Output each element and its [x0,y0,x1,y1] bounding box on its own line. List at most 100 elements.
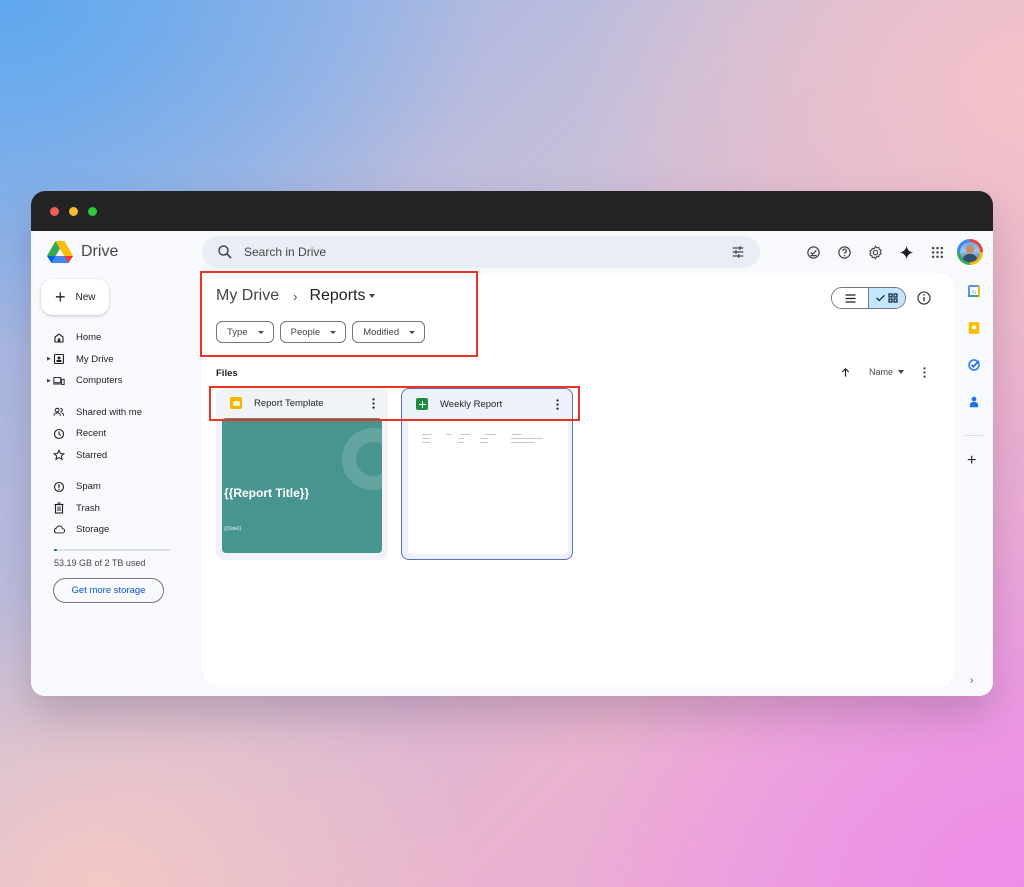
header-actions [798,237,983,267]
sidebar-item-label: Recent [76,428,107,440]
slides-icon [230,397,242,409]
search-bar[interactable] [202,236,760,268]
new-button-label: New [75,291,96,303]
sidebar-item-label: My Drive [76,353,114,365]
sidebar-item-label: Home [76,332,102,344]
filter-type[interactable]: Type [216,321,274,343]
account-avatar[interactable] [957,239,983,265]
settings-button[interactable] [860,237,891,267]
apps-button[interactable] [922,237,953,267]
rail-divider [965,435,983,436]
chevron-down-icon [409,330,416,334]
expand-caret-icon[interactable]: ▶ [47,378,51,384]
search-icon[interactable] [216,243,234,261]
search-input[interactable] [244,245,730,259]
my-drive-icon [53,353,65,365]
clock-icon [53,428,65,440]
storage-usage-fill [54,548,58,551]
new-button[interactable]: + New [41,279,109,315]
filter-people[interactable]: People [279,321,347,343]
home-icon [53,332,65,344]
get-more-storage-button[interactable]: Get more storage [53,577,164,603]
breadcrumb-current-folder[interactable]: Reports [309,287,376,305]
tasks-icon[interactable] [967,358,981,372]
sidebar-item-spam[interactable]: Spam [31,476,201,498]
collapse-panel-chevron-icon[interactable]: › [970,675,973,686]
sidebar-item-shared-with-me[interactable]: Shared with me [31,402,201,424]
file-card[interactable]: Weekly Report [401,388,573,560]
minimize-window-button[interactable] [69,207,78,216]
list-view-button[interactable] [832,288,868,308]
avatar-photo [960,242,980,262]
thumbnail-subtitle: {{Date}} [224,526,242,532]
sidebar-item-my-drive[interactable]: ▶ My Drive [31,349,201,371]
storage-usage-bar [54,548,170,551]
settings-icon [869,244,882,260]
shared-icon [53,406,65,418]
sidebar-item-starred[interactable]: Starred [31,445,201,467]
more-options-button[interactable] [914,361,934,383]
files-section-label: Files [216,368,238,379]
plus-icon: + [55,287,66,307]
chevron-down-icon [330,330,337,334]
trash-icon [53,502,65,514]
offline-status-button[interactable] [798,237,829,267]
sidebar-item-label: Spam [76,481,101,493]
gemini-button[interactable] [891,237,922,267]
sort-controls: Name [833,361,934,383]
more-vert-icon [922,366,926,378]
list-view-icon [845,293,855,303]
sidebar-item-label: Starred [76,449,108,461]
sidebar-item-label: Trash [76,502,100,514]
thumbnail-title: {{Report Title}} [224,486,310,500]
close-window-button[interactable] [50,207,59,216]
file-more-options-button[interactable] [550,395,564,413]
more-vert-icon [371,397,375,409]
file-thumbnail [408,419,568,554]
star-icon [53,449,65,461]
sheets-icon [416,398,428,410]
filter-modified[interactable]: Modified [352,321,426,343]
sidebar-item-computers[interactable]: ▶ Computers [31,370,201,392]
get-addons-button[interactable]: + [967,453,976,469]
browser-window: Drive Search in Drive + New Home ▶ My Dr… [31,191,993,696]
file-name: Weekly Report [440,398,503,410]
breadcrumb-my-drive[interactable]: My Drive [216,287,279,305]
storage-usage-text: 53.19 GB of 2 TB used [54,557,146,568]
sidebar-item-trash[interactable]: Trash [31,498,201,520]
help-icon [838,245,851,259]
svg-text:31: 31 [972,289,977,294]
keep-icon[interactable] [967,321,981,335]
spam-icon [53,481,65,493]
breadcrumb: My Drive › Reports [216,287,376,305]
drive-logo[interactable]: Drive [47,241,118,263]
sort-field-button[interactable]: Name [859,367,914,377]
folder-menu-caret-icon [369,294,376,298]
grid-view-icon [888,293,898,303]
help-button[interactable] [829,237,860,267]
file-more-options-button[interactable] [366,394,380,412]
arrow-up-icon [842,367,850,377]
search-options-icon[interactable] [730,244,746,260]
grid-view-button[interactable] [868,288,905,308]
maximize-window-button[interactable] [88,207,97,216]
gemini-icon [899,245,914,259]
contacts-icon[interactable] [967,395,981,409]
chevron-down-icon [257,330,264,334]
file-card[interactable]: Report Template {{Report Title}} {{Date}… [216,388,388,560]
title-bar [31,191,993,231]
sidebar-item-home[interactable]: Home [31,327,201,349]
filter-label: People [290,326,321,338]
expand-caret-icon[interactable]: ▶ [47,356,51,362]
sidebar-item-recent[interactable]: Recent [31,423,201,445]
drive-logo-icon [47,241,73,263]
drive-app: Drive Search in Drive + New Home ▶ My Dr… [31,231,993,696]
sidebar-item-storage[interactable]: Storage [31,519,201,541]
calendar-icon[interactable]: 31 [967,284,981,298]
file-card-header: Weekly Report [402,389,572,419]
offline-status-icon [807,245,820,259]
sidebar-item-label: Shared with me [76,406,143,418]
sort-direction-button[interactable] [833,361,859,383]
sidebar-item-label: Computers [76,375,123,387]
info-icon[interactable] [916,290,932,306]
